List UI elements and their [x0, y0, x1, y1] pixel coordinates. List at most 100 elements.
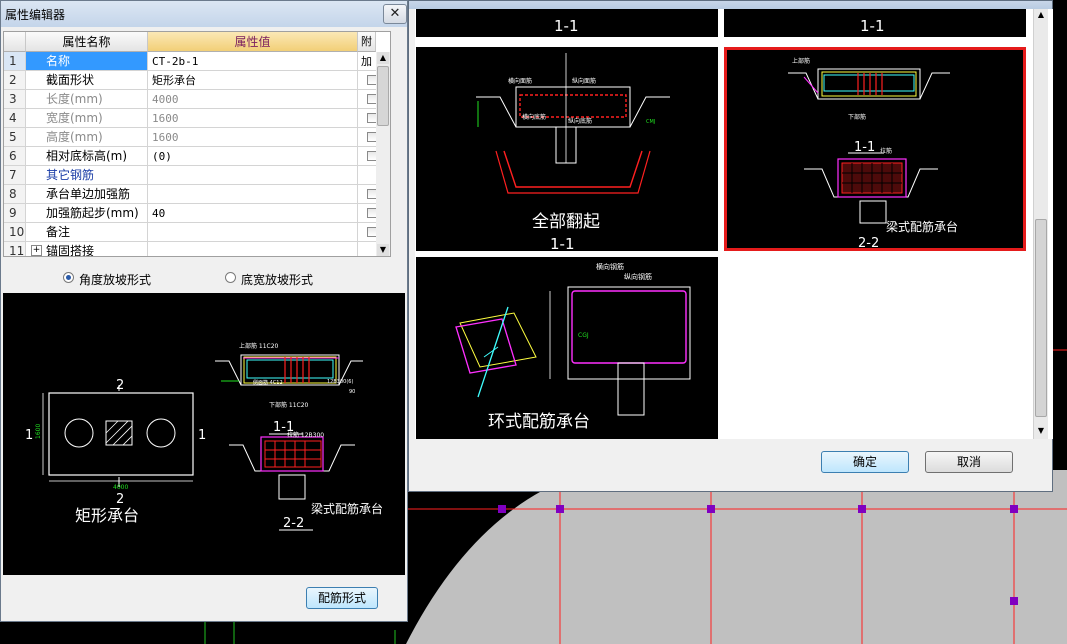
row-number[interactable]: 8: [4, 185, 26, 204]
scroll-down-icon[interactable]: ▼: [377, 244, 389, 256]
property-name[interactable]: 截面形状: [26, 71, 148, 90]
row-number[interactable]: 5: [4, 128, 26, 147]
property-row[interactable]: 1 名称 CT-2b-1: [4, 52, 390, 71]
property-extra-cell[interactable]: [358, 90, 376, 109]
row-number[interactable]: 1: [4, 52, 26, 71]
property-value[interactable]: 1600: [148, 109, 358, 128]
row-number[interactable]: 2: [4, 71, 26, 90]
row-number[interactable]: 6: [4, 147, 26, 166]
thumb-c-hbar: 横向面筋: [508, 77, 532, 85]
property-value[interactable]: [148, 185, 358, 204]
column-header-name[interactable]: 属性名称: [26, 32, 148, 52]
gallery-scroll-down-icon[interactable]: ▼: [1035, 425, 1047, 437]
row-number[interactable]: 10: [4, 223, 26, 242]
property-row[interactable]: 11 锚固搭接 +: [4, 242, 390, 256]
property-scrollbar[interactable]: ▲ ▼: [376, 52, 390, 256]
reinforcement-form-button[interactable]: 配筋形式: [306, 587, 378, 609]
property-value[interactable]: (0): [148, 147, 358, 166]
sec11-top-bar: 上部筋 11C20: [239, 342, 279, 350]
property-name[interactable]: 长度(mm): [26, 90, 148, 109]
row-number[interactable]: 9: [4, 204, 26, 223]
extra-checkbox[interactable]: [367, 151, 376, 161]
property-row[interactable]: 3 长度(mm) 4000: [4, 90, 390, 109]
gallery-scroll-thumb[interactable]: [1035, 219, 1047, 417]
scroll-up-icon[interactable]: ▲: [377, 52, 389, 64]
property-value[interactable]: 4000: [148, 90, 358, 109]
column-header-extra[interactable]: 附加: [358, 32, 376, 68]
thumb-beam-cap[interactable]: 上部筋 下部筋 1-1 拉筋 2-2 梁式配筋承台: [724, 47, 1026, 251]
property-value[interactable]: 1600: [148, 128, 358, 147]
close-icon: ✕: [389, 6, 401, 21]
radio-angle-dot[interactable]: [63, 272, 74, 283]
property-extra-cell[interactable]: [358, 242, 376, 256]
property-name[interactable]: 高度(mm): [26, 128, 148, 147]
property-extra-cell[interactable]: [358, 185, 376, 204]
property-editor-window: 属性编辑器 ✕ 属性名称 属性值 附加 1 名称 CT-2b-1 2 截面形状 矩形承台 3…: [0, 0, 408, 622]
row-number[interactable]: 4: [4, 109, 26, 128]
thumb-partial-left[interactable]: 1-1: [416, 9, 718, 37]
property-extra-cell[interactable]: [358, 109, 376, 128]
property-extra-cell[interactable]: [358, 71, 376, 90]
row-number[interactable]: 3: [4, 90, 26, 109]
property-row[interactable]: 4 宽度(mm) 1600: [4, 109, 390, 128]
property-extra-cell[interactable]: [358, 223, 376, 242]
extra-checkbox[interactable]: [367, 208, 376, 218]
property-extra-cell[interactable]: [358, 166, 376, 185]
property-row[interactable]: 2 截面形状 矩形承台: [4, 71, 390, 90]
thumb-c-vbot: 纵向底筋: [568, 117, 592, 125]
extra-checkbox[interactable]: [367, 227, 376, 237]
reinforcement-gallery: 1-1 1-1 横向面筋 纵向面筋 横向底筋 纵向底筋 CMJ 全部翻起 1-1: [415, 9, 1053, 439]
property-extra-cell[interactable]: [358, 147, 376, 166]
property-row[interactable]: 9 加强筋起步(mm) 40: [4, 204, 390, 223]
property-name[interactable]: 备注: [26, 223, 148, 242]
scroll-thumb[interactable]: [377, 66, 389, 126]
property-name[interactable]: 宽度(mm): [26, 109, 148, 128]
property-row[interactable]: 8 承台单边加强筋: [4, 185, 390, 204]
row-number[interactable]: 11: [4, 242, 26, 256]
thumb-b-header: 1-1: [860, 17, 885, 35]
extra-checkbox[interactable]: [367, 75, 376, 85]
extra-checkbox[interactable]: [367, 113, 376, 123]
property-name[interactable]: 相对底标高(m): [26, 147, 148, 166]
property-name[interactable]: 其它钢筋: [26, 166, 148, 185]
property-row[interactable]: 6 相对底标高(m) (0): [4, 147, 390, 166]
cancel-button[interactable]: 取消: [925, 451, 1013, 473]
extra-checkbox[interactable]: [367, 189, 376, 199]
property-row[interactable]: 7 其它钢筋: [4, 166, 390, 185]
dialog-titlebar[interactable]: [409, 1, 1052, 9]
property-extra-cell[interactable]: [358, 52, 376, 71]
property-row[interactable]: 5 高度(mm) 1600: [4, 128, 390, 147]
property-value[interactable]: [148, 242, 358, 256]
property-value[interactable]: 40: [148, 204, 358, 223]
beam-cap-label: 梁式配筋承台: [311, 501, 383, 516]
sec11-side-bar: 侧面筋 4C12: [253, 379, 283, 386]
expand-icon[interactable]: +: [31, 245, 42, 256]
radio-width-dot[interactable]: [225, 272, 236, 283]
property-value[interactable]: 矩形承台: [148, 71, 358, 90]
row-number[interactable]: 7: [4, 166, 26, 185]
thumb-ring-cap[interactable]: 横向钢筋 纵向钢筋 CGJ 环式配筋承台: [416, 257, 718, 439]
property-name[interactable]: 名称: [26, 52, 148, 71]
extra-checkbox[interactable]: [367, 132, 376, 142]
close-button[interactable]: ✕: [383, 4, 407, 24]
gallery-scrollbar[interactable]: ▲ ▼: [1033, 9, 1048, 439]
property-name[interactable]: 承台单边加强筋: [26, 185, 148, 204]
thumb-e-mark: CGJ: [578, 332, 589, 339]
property-name[interactable]: 加强筋起步(mm): [26, 204, 148, 223]
property-name[interactable]: 锚固搭接 +: [26, 242, 148, 256]
thumb-partial-right[interactable]: 1-1: [724, 9, 1026, 37]
column-header-value[interactable]: 属性值: [148, 32, 358, 52]
thumb-full-flip[interactable]: 横向面筋 纵向面筋 横向底筋 纵向底筋 CMJ 全部翻起 1-1: [416, 47, 718, 251]
property-value[interactable]: [148, 223, 358, 242]
extra-checkbox[interactable]: [367, 94, 376, 104]
property-value[interactable]: [148, 166, 358, 185]
property-row[interactable]: 10 备注: [4, 223, 390, 242]
plan-mark-top: 2: [116, 378, 124, 393]
sec11-bot-bar: 下部筋 11C20: [269, 401, 309, 409]
property-editor-titlebar[interactable]: 属性编辑器 ✕: [1, 1, 407, 27]
property-extra-cell[interactable]: [358, 204, 376, 223]
gallery-scroll-up-icon[interactable]: ▲: [1035, 9, 1047, 21]
ok-button[interactable]: 确定: [821, 451, 909, 473]
property-extra-cell[interactable]: [358, 128, 376, 147]
property-value[interactable]: CT-2b-1: [148, 52, 358, 71]
